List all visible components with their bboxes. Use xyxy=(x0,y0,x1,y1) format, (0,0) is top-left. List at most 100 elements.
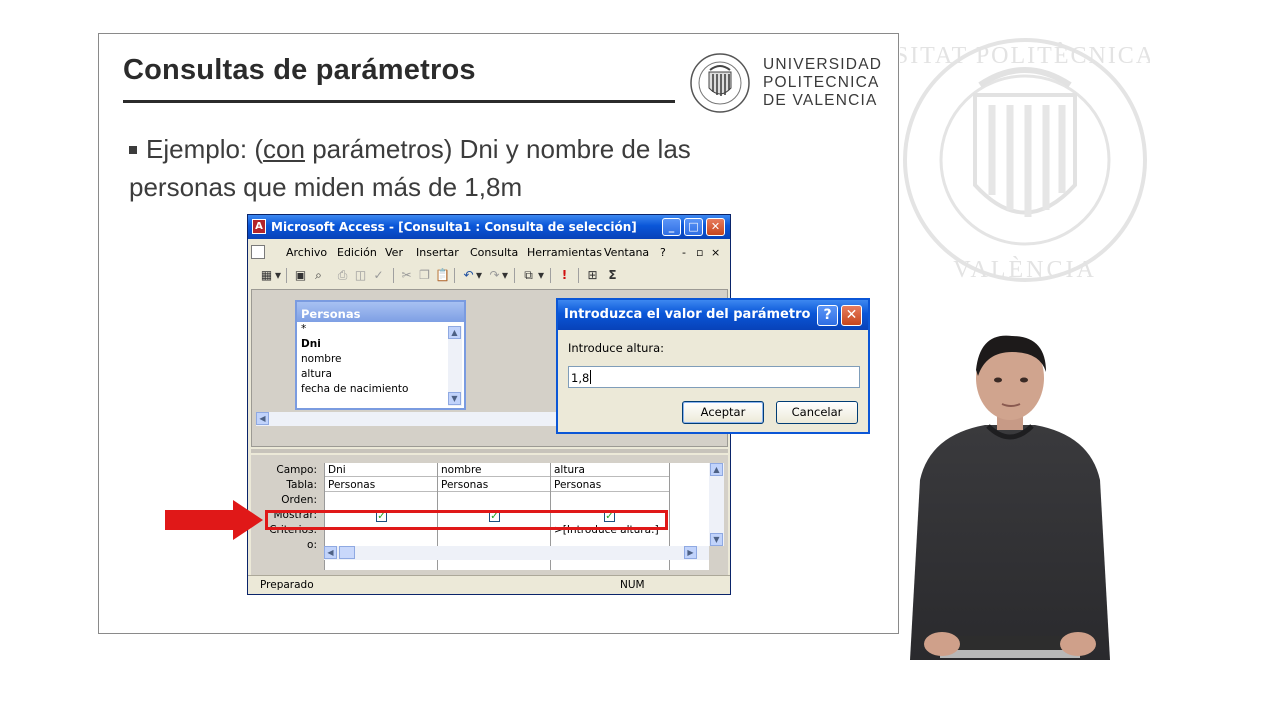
accept-button[interactable]: Aceptar xyxy=(682,401,764,424)
toolbar-separator xyxy=(514,268,515,283)
university-logo: UNIVERSIDAD POLITECNICA DE VALENCIA xyxy=(689,50,882,116)
bullet-line-2: personas que miden más de 1,8m xyxy=(129,172,523,202)
status-text: Preparado xyxy=(260,579,314,591)
parameter-input[interactable]: 1,8 xyxy=(568,366,860,388)
toolbar-separator xyxy=(550,268,551,283)
scroll-up-icon[interactable]: ▲ xyxy=(710,463,723,476)
bullet-underlined: con xyxy=(263,134,305,164)
field-list-title: Personas xyxy=(297,302,464,322)
redo-dropdown-icon[interactable]: ▾ xyxy=(500,267,510,284)
menu-ver[interactable]: Ver xyxy=(385,246,403,259)
query-type-icon[interactable]: ⧉ xyxy=(520,267,537,284)
toolbar-separator xyxy=(286,268,287,283)
logo-line-1: UNIVERSIDAD xyxy=(763,56,883,73)
svg-text:SITAT POLITÈCNICA: SITAT POLITÈCNICA xyxy=(900,43,1150,69)
cell-campo[interactable]: Dni xyxy=(325,463,437,477)
close-button[interactable]: ✕ xyxy=(706,218,725,236)
toolbar-separator xyxy=(454,268,455,283)
grid-horizontal-scrollbar[interactable]: ◀ ▶ xyxy=(324,546,709,560)
help-button[interactable]: ? xyxy=(817,305,838,326)
dialog-titlebar[interactable]: Introduzca el valor del parámetro ? ✕ xyxy=(558,300,868,330)
maximize-button[interactable]: □ xyxy=(684,218,703,236)
field-item[interactable]: * xyxy=(297,322,464,337)
search-icon[interactable]: ⌕ xyxy=(310,267,327,284)
university-seal-icon xyxy=(690,53,750,113)
cell-tabla[interactable]: Personas xyxy=(551,478,669,492)
presenter-image xyxy=(910,335,1110,660)
dialog-close-button[interactable]: ✕ xyxy=(841,305,862,326)
cell-campo[interactable]: nombre xyxy=(438,463,550,477)
run-icon[interactable]: ! xyxy=(556,267,573,284)
undo-dropdown-icon[interactable]: ▾ xyxy=(474,267,484,284)
num-lock-indicator: NUM xyxy=(620,579,645,591)
menu-ventana[interactable]: Ventana xyxy=(604,246,649,259)
toolbar-separator xyxy=(578,268,579,283)
menu-bar: Archivo Edición Ver Insertar Consulta He… xyxy=(248,242,730,262)
cancel-button[interactable]: Cancelar xyxy=(776,401,858,424)
field-item[interactable]: altura xyxy=(297,367,464,382)
field-list-scrollbar[interactable]: ▲ ▼ xyxy=(448,326,462,406)
slide-title: Consultas de parámetros xyxy=(123,54,476,86)
spelling-icon[interactable]: ✓ xyxy=(370,267,387,284)
bullet-rest: parámetros) Dni y nombre de las xyxy=(304,134,691,164)
menu-consulta[interactable]: Consulta xyxy=(470,246,518,259)
menu-edicion[interactable]: Edición xyxy=(337,246,377,259)
bullet-text: Ejemplo: (con parámetros) Dni y nombre d… xyxy=(129,130,809,206)
red-arrow-icon xyxy=(165,500,263,540)
copy-icon[interactable]: ❐ xyxy=(416,267,433,284)
row-label-campo: Campo: xyxy=(276,464,317,476)
criteria-highlight-box xyxy=(265,510,668,530)
access-app-icon: A xyxy=(252,219,266,234)
menu-grip-icon xyxy=(251,245,265,259)
toolbar-separator xyxy=(393,268,394,283)
text-caret xyxy=(590,370,592,384)
status-bar: Preparado NUM xyxy=(248,575,730,595)
title-rule xyxy=(123,100,675,103)
field-item[interactable]: fecha de nacimiento xyxy=(297,382,464,397)
field-item[interactable]: nombre xyxy=(297,352,464,367)
save-icon[interactable]: ▣ xyxy=(292,267,309,284)
university-name: UNIVERSIDAD POLITECNICA DE VALENCIA xyxy=(763,56,882,110)
table-pane-scrollbar[interactable]: ◀ xyxy=(256,412,556,426)
field-list-personas[interactable]: Personas * Dni nombre altura fecha de na… xyxy=(295,300,466,410)
query-type-dropdown-icon[interactable]: ▾ xyxy=(536,267,546,284)
dialog-title: Introduzca el valor del parámetro xyxy=(564,307,811,322)
parameter-label: Introduce altura: xyxy=(568,341,665,355)
bullet-square-icon xyxy=(129,146,137,154)
cell-tabla[interactable]: Personas xyxy=(438,478,550,492)
doc-restore-button[interactable]: ▫ xyxy=(696,246,703,259)
bullet-prefix: Ejemplo: ( xyxy=(146,134,264,164)
cut-icon[interactable]: ✂ xyxy=(398,267,415,284)
row-label-o: o: xyxy=(307,539,317,551)
doc-minimize-button[interactable]: - xyxy=(682,246,686,259)
scroll-right-icon[interactable]: ▶ xyxy=(684,546,697,559)
grid-vertical-scrollbar[interactable]: ▲ ▼ xyxy=(709,463,724,546)
totals-icon[interactable]: Σ xyxy=(604,267,621,284)
menu-archivo[interactable]: Archivo xyxy=(286,246,327,259)
view-dropdown-icon[interactable]: ▾ xyxy=(273,267,283,284)
svg-text:VALÈNCIA: VALÈNCIA xyxy=(953,257,1097,283)
access-titlebar[interactable]: A Microsoft Access - [Consulta1 : Consul… xyxy=(248,215,730,239)
doc-close-button[interactable]: × xyxy=(711,246,720,259)
scroll-up-icon[interactable]: ▲ xyxy=(448,326,461,339)
paste-icon[interactable]: 📋 xyxy=(434,267,451,284)
preview-icon[interactable]: ◫ xyxy=(352,267,369,284)
show-table-icon[interactable]: ⊞ xyxy=(584,267,601,284)
logo-line-2: POLITECNICA xyxy=(763,74,880,91)
menu-help[interactable]: ? xyxy=(660,246,666,259)
print-icon[interactable]: ⎙ xyxy=(334,267,351,284)
cell-campo[interactable]: altura xyxy=(551,463,669,477)
scroll-down-icon[interactable]: ▼ xyxy=(710,533,723,546)
scroll-left-icon[interactable]: ◀ xyxy=(256,412,269,425)
scroll-thumb[interactable] xyxy=(339,546,355,559)
cell-tabla[interactable]: Personas xyxy=(325,478,437,492)
minimize-button[interactable]: _ xyxy=(662,218,681,236)
scroll-down-icon[interactable]: ▼ xyxy=(448,392,461,405)
scroll-left-icon[interactable]: ◀ xyxy=(324,546,337,559)
logo-line-3: DE VALENCIA xyxy=(763,92,878,109)
field-item[interactable]: Dni xyxy=(297,337,464,352)
row-label-tabla: Tabla: xyxy=(286,479,317,491)
menu-insertar[interactable]: Insertar xyxy=(416,246,459,259)
menu-herramientas[interactable]: Herramientas xyxy=(527,246,602,259)
pane-splitter[interactable] xyxy=(251,449,728,453)
